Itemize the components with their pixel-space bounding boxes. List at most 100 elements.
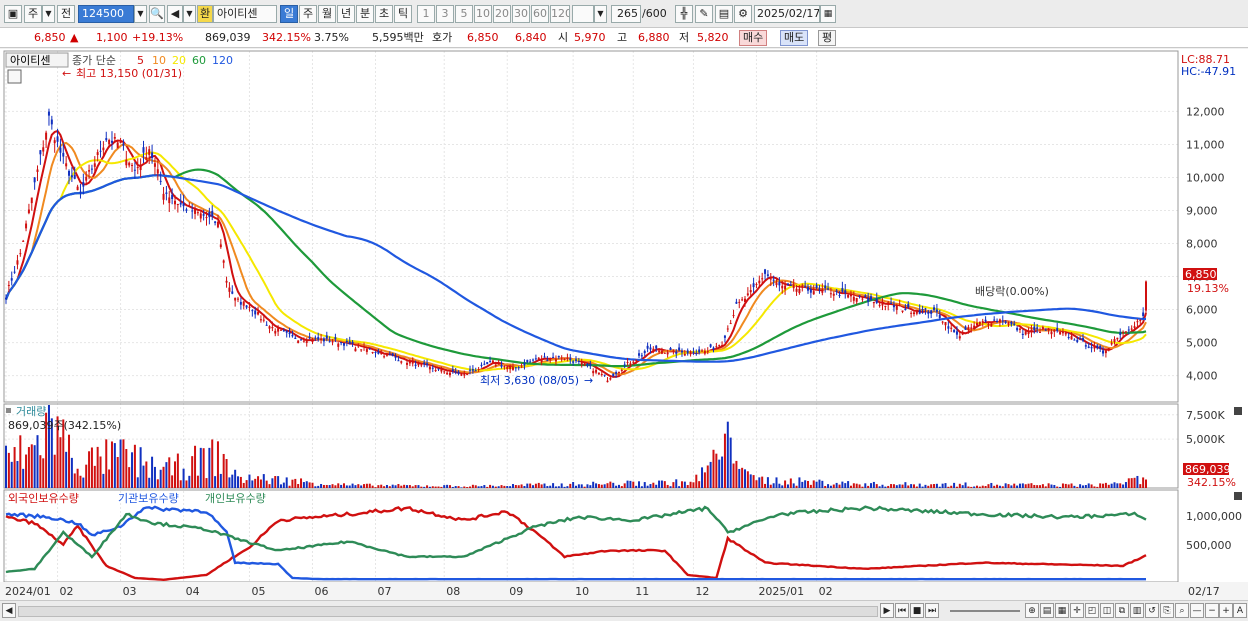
period-year[interactable]: 년 — [337, 5, 355, 23]
volume-bar — [640, 486, 643, 488]
volume-bar — [288, 485, 291, 488]
scroll-left-icon[interactable]: ◀ — [2, 603, 16, 618]
candle-body — [474, 370, 477, 372]
table-icon[interactable] — [7, 69, 22, 84]
volume-bar — [377, 485, 380, 488]
candle-body — [1102, 350, 1105, 354]
interval-3[interactable]: 3 — [436, 5, 454, 23]
zoom-slider[interactable] — [950, 610, 1020, 612]
custom-interval-input[interactable] — [572, 5, 594, 23]
period-day[interactable]: 일 — [280, 5, 298, 23]
volume-bar — [345, 485, 348, 488]
interval-20[interactable]: 20 — [493, 5, 511, 23]
candle-body — [534, 358, 537, 360]
stock-name-field[interactable]: 아이티센 — [213, 5, 277, 23]
stock-code-input[interactable]: 124500 — [78, 5, 134, 23]
date-input[interactable]: 2025/02/17 — [754, 5, 820, 23]
period-month[interactable]: 월 — [318, 5, 336, 23]
sell-button[interactable]: 매도 — [780, 30, 809, 46]
stop-icon[interactable]: ■ — [910, 603, 924, 618]
layout-icon[interactable]: ▣ — [4, 5, 22, 23]
volume-bar — [1122, 484, 1125, 488]
history-icon[interactable]: ↺ — [1145, 603, 1159, 618]
chevron-down-icon[interactable]: ▼ — [42, 5, 55, 23]
volume-bar — [792, 483, 795, 488]
volume-bar — [955, 486, 958, 488]
count-input[interactable]: 265 — [611, 5, 641, 23]
last-page-icon[interactable]: ⏭ — [925, 603, 939, 618]
holdings-panel-close-icon[interactable] — [1234, 492, 1242, 500]
first-page-icon[interactable]: ⏮ — [895, 603, 909, 618]
speaker-dropdown-icon[interactable]: ▼ — [183, 5, 196, 23]
volume-bar — [872, 481, 875, 488]
volume-bar — [517, 485, 520, 488]
scroll-right-icon[interactable]: ▶ — [880, 603, 894, 618]
volume-bar — [1004, 483, 1007, 488]
calendar-icon[interactable]: ▦ — [820, 5, 836, 23]
candle-body — [775, 282, 778, 286]
candle-body — [666, 352, 669, 355]
volume-bar — [102, 473, 105, 488]
volume-panel-close-icon[interactable] — [1234, 407, 1242, 415]
plus-icon[interactable]: + — [1219, 603, 1233, 618]
save-icon[interactable]: ▤ — [715, 5, 733, 23]
prev-button[interactable]: 전 — [57, 5, 75, 23]
speaker-icon[interactable]: ◀ — [167, 5, 183, 23]
interval-60[interactable]: 60 — [531, 5, 549, 23]
drawing-tools-icon[interactable]: ✎ — [695, 5, 713, 23]
buy-button[interactable]: 매수 — [739, 30, 768, 46]
overlay-icon[interactable]: ◫ — [1100, 603, 1114, 618]
volume-bar — [96, 446, 99, 488]
interval-10[interactable]: 10 — [474, 5, 492, 23]
interval-120[interactable]: 120 — [550, 5, 570, 23]
minus-icon[interactable]: − — [1205, 603, 1219, 618]
chart-copy-icon[interactable]: ▤ — [1040, 603, 1054, 618]
candle-body — [497, 363, 500, 365]
interval-5[interactable]: 5 — [455, 5, 473, 23]
period-minute[interactable]: 분 — [356, 5, 374, 23]
volume-bar — [105, 439, 108, 488]
volume-bar — [27, 447, 30, 488]
period-week[interactable]: 주 — [299, 5, 317, 23]
export-icon[interactable]: ⎘ — [1160, 603, 1174, 618]
interval-1[interactable]: 1 — [417, 5, 435, 23]
volume-bar — [1116, 483, 1119, 488]
volume-bar — [675, 479, 678, 488]
interval-30[interactable]: 30 — [512, 5, 530, 23]
period-tick[interactable]: 틱 — [394, 5, 412, 23]
line-mode-icon[interactable]: — — [1190, 603, 1204, 618]
volume-bar — [225, 459, 228, 488]
candle-body — [1124, 331, 1127, 333]
volume-bar — [320, 483, 323, 488]
compare-icon[interactable]: ⧉ — [1115, 603, 1129, 618]
horizontal-scrollbar[interactable] — [18, 606, 878, 617]
period-second[interactable]: 초 — [375, 5, 393, 23]
volume-bar — [514, 485, 517, 488]
gear-icon[interactable]: ⚙ — [734, 5, 752, 23]
split-icon[interactable]: ▥ — [1130, 603, 1144, 618]
volume-bar — [171, 475, 174, 488]
search-chart-icon[interactable]: ⌕ — [1175, 603, 1189, 618]
interval-dropdown-icon[interactable]: ▼ — [594, 5, 607, 23]
candle-type-icon[interactable]: ╬ — [675, 5, 693, 23]
volume-bar — [68, 434, 71, 488]
eval-button[interactable]: 평 — [818, 30, 837, 46]
crosshair-icon[interactable]: ✛ — [1070, 603, 1084, 618]
chart-snapshot-icon[interactable]: ◰ — [1085, 603, 1099, 618]
search-icon[interactable]: 🔍 — [149, 5, 165, 23]
candle-body — [242, 301, 245, 306]
volume-tag-pct: 342.15% — [1187, 476, 1236, 489]
font-size-icon[interactable]: A — [1233, 603, 1247, 618]
candle-body — [1087, 346, 1090, 348]
zoom-in-icon[interactable]: ⊕ — [1025, 603, 1039, 618]
volume-bar — [30, 444, 33, 488]
period-selector[interactable]: 주 — [24, 5, 42, 23]
candle-body — [996, 320, 999, 322]
chart-print-icon[interactable]: ▦ — [1055, 603, 1069, 618]
candle-body — [557, 356, 560, 358]
volume-tick-label: 7,500K — [1186, 409, 1225, 422]
volume-bar — [689, 481, 692, 488]
volume-bar — [19, 435, 22, 488]
code-dropdown-icon[interactable]: ▼ — [134, 5, 147, 23]
candle-body — [858, 295, 861, 297]
